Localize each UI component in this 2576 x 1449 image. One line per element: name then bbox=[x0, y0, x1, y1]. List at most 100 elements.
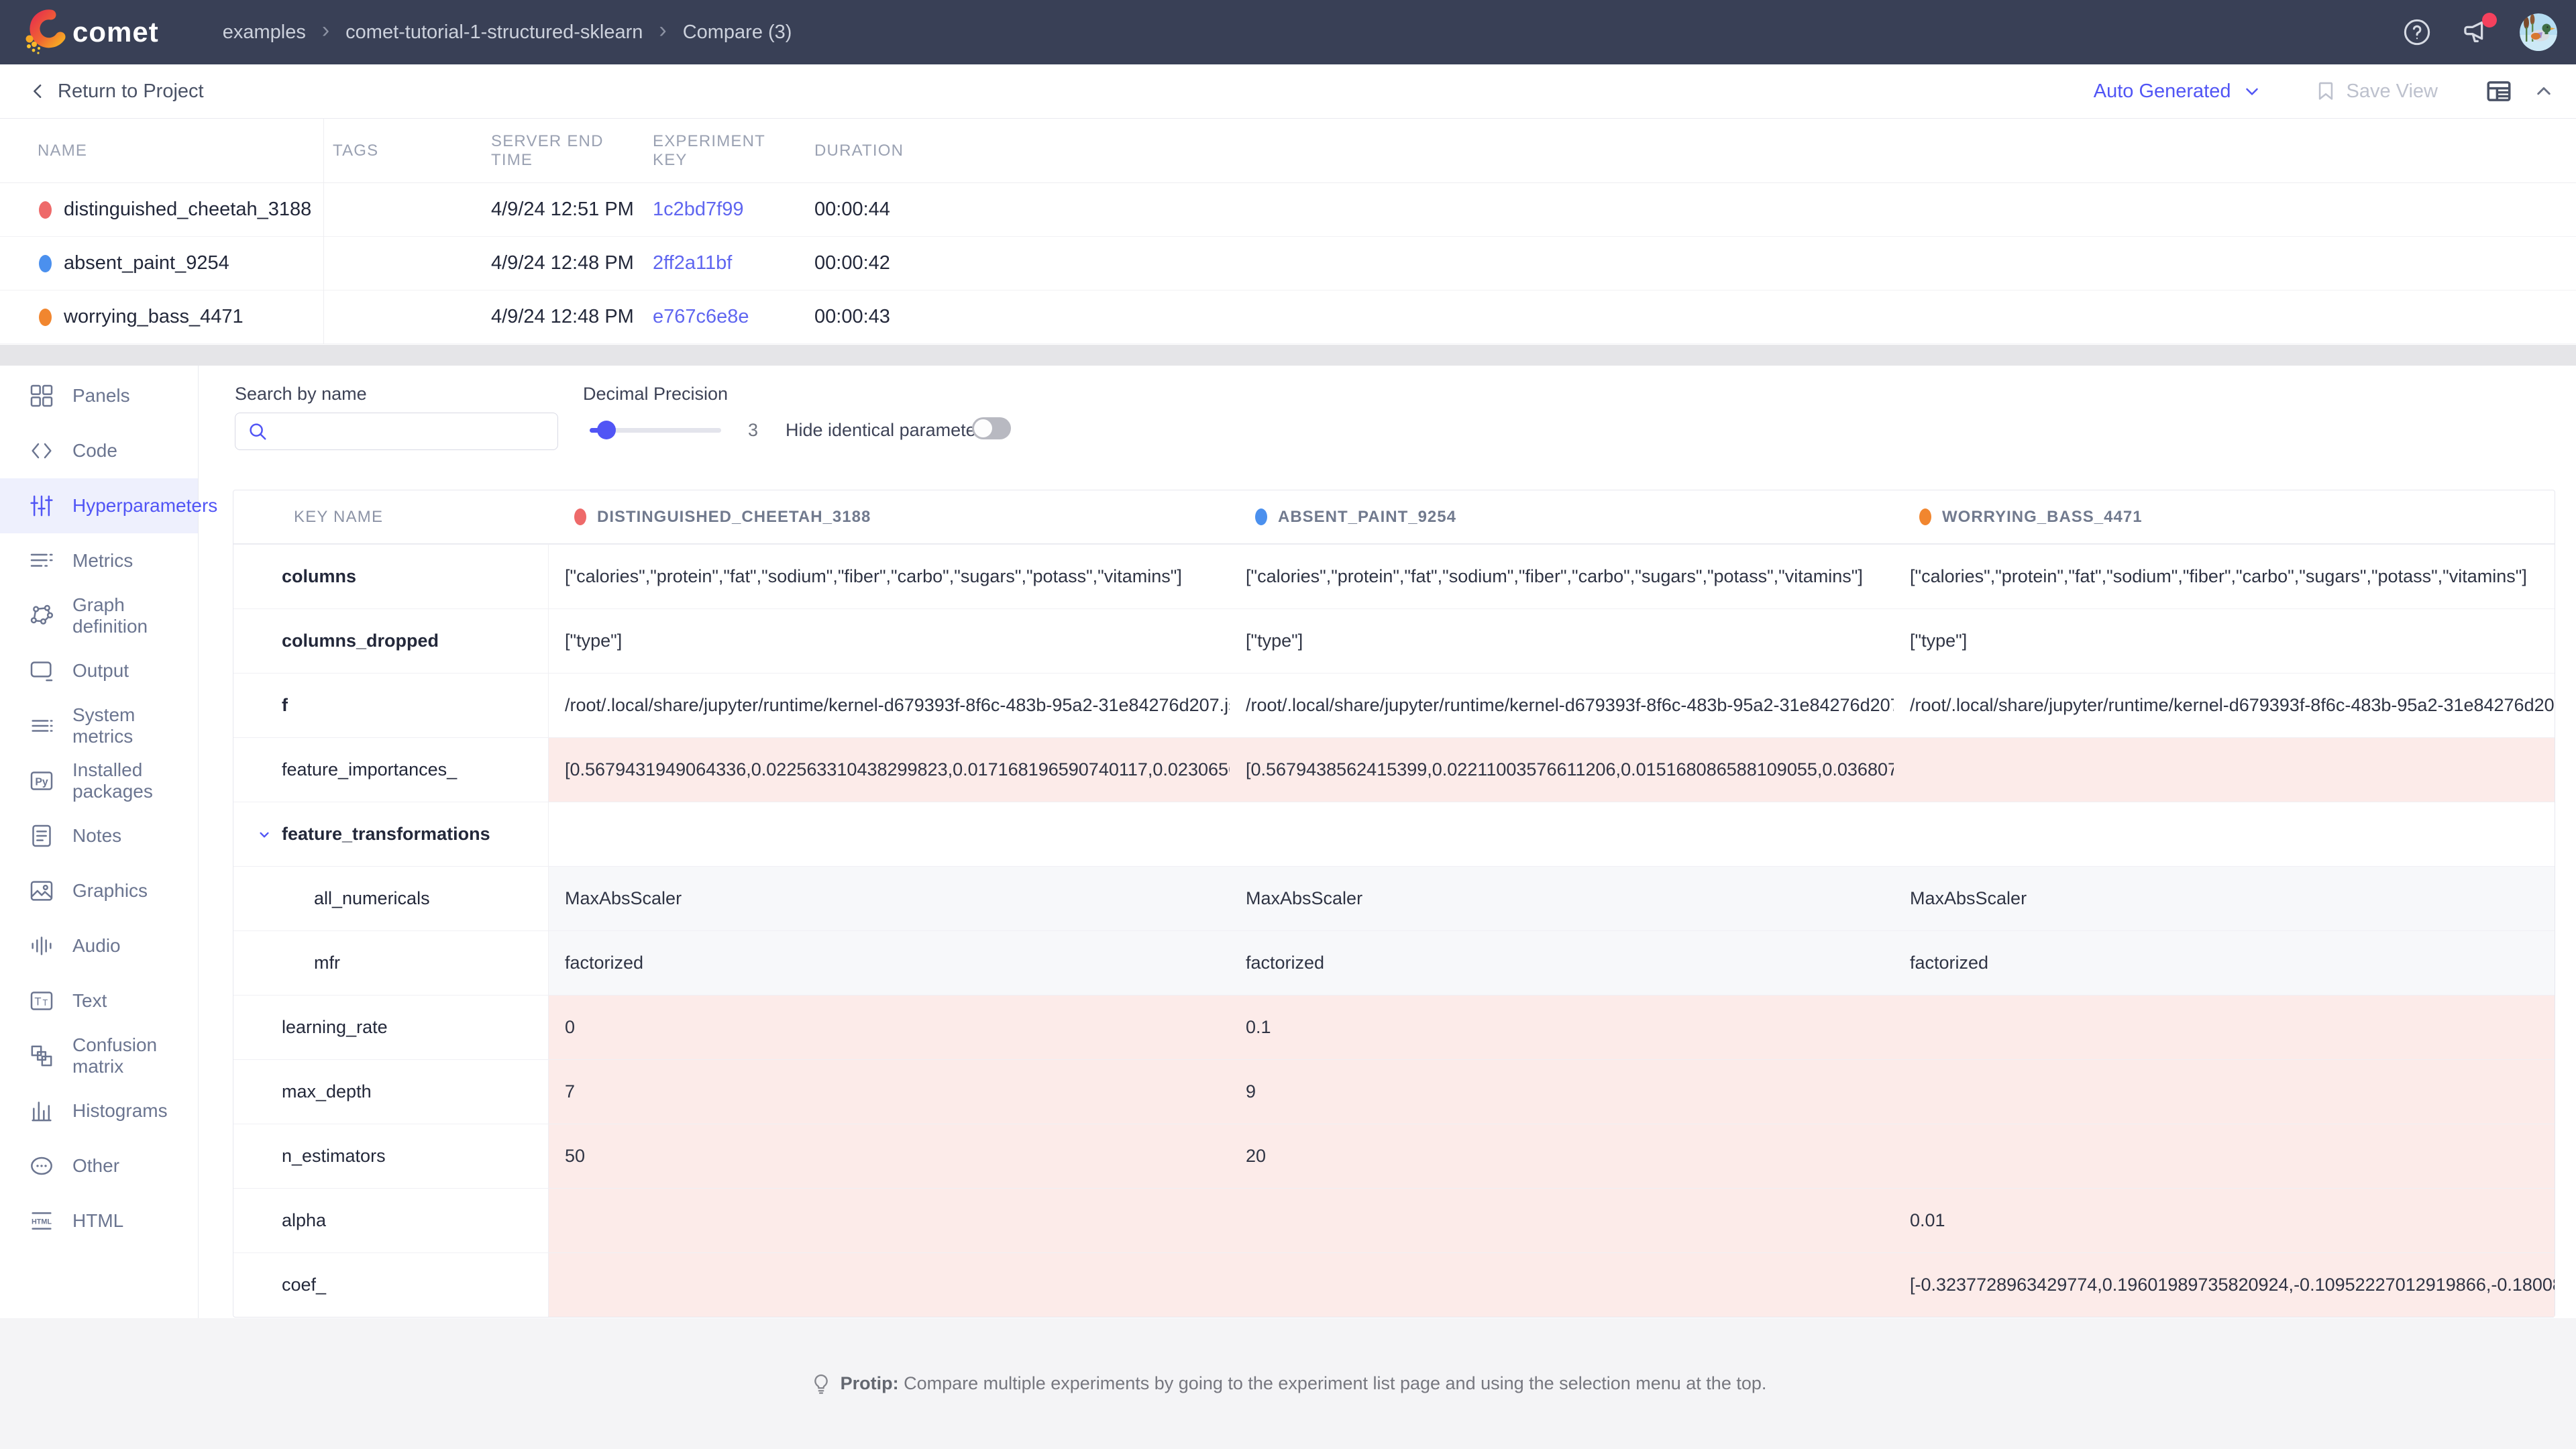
param-key[interactable]: feature_transformations bbox=[233, 802, 549, 866]
sidebar-item-label: Graphics bbox=[72, 880, 148, 902]
experiment-name[interactable]: worrying_bass_4471 bbox=[0, 290, 323, 343]
param-value-col1 bbox=[549, 1189, 1230, 1252]
panels-icon bbox=[28, 382, 55, 409]
param-value-col2: [0.5679438562415399,0.02211003576611206,… bbox=[1230, 738, 1894, 802]
experiment-key-link[interactable]: 1c2bd7f99 bbox=[653, 199, 743, 221]
param-row-max_depth: max_depth79 bbox=[233, 1059, 2555, 1124]
sidebar-item-graph-definition[interactable]: Graph definition bbox=[0, 588, 198, 643]
experiment-end-time: 4/9/24 12:48 PM bbox=[482, 237, 643, 290]
param-key-label: learning_rate bbox=[282, 1017, 388, 1038]
param-value-col3: /root/.local/share/jupyter/runtime/kerne… bbox=[1894, 674, 2555, 737]
other-icon bbox=[28, 1152, 55, 1179]
save-view-button[interactable]: Save View bbox=[2314, 80, 2438, 103]
param-key: f bbox=[233, 674, 549, 737]
param-key: learning_rate bbox=[233, 996, 549, 1059]
experiment-tags bbox=[323, 290, 482, 343]
slider-knob[interactable] bbox=[597, 421, 616, 439]
sidebar-item-installed-packages[interactable]: PyInstalled packages bbox=[0, 753, 198, 808]
experiment-duration: 00:00:42 bbox=[805, 237, 2576, 290]
sidebar-item-html[interactable]: HTMLHTML bbox=[0, 1193, 198, 1248]
param-value-col2: 0.1 bbox=[1230, 996, 1894, 1059]
sidebar-item-text[interactable]: TTText bbox=[0, 973, 198, 1028]
param-row-learning_rate: learning_rate00.1 bbox=[233, 995, 2555, 1059]
breadcrumb-item-2[interactable]: Compare (3) bbox=[683, 21, 792, 44]
experiment-key-link[interactable]: e767c6e8e bbox=[653, 306, 749, 328]
hyperparameters-compare-table: KEY NAME DISTINGUISHED_CHEETAH_3188ABSEN… bbox=[233, 490, 2555, 1318]
sidebar-item-notes[interactable]: Notes bbox=[0, 808, 198, 863]
experiment-end-time: 4/9/24 12:51 PM bbox=[482, 183, 643, 236]
metrics-icon bbox=[28, 547, 55, 574]
breadcrumb-item-1[interactable]: comet-tutorial-1-structured-sklearn bbox=[345, 21, 643, 44]
param-row-n_estimators: n_estimators5020 bbox=[233, 1124, 2555, 1188]
sidebar-item-label: Output bbox=[72, 660, 129, 682]
output-icon bbox=[28, 657, 55, 684]
breadcrumb-item-0[interactable]: examples bbox=[223, 21, 306, 44]
sidebar-item-other[interactable]: Other bbox=[0, 1138, 198, 1193]
experiments-table: NAMETAGSSERVER END TIMEEXPERIMENT KEYDUR… bbox=[0, 119, 2576, 345]
experiment-key-link[interactable]: 2ff2a11bf bbox=[653, 252, 732, 274]
hide-identical-toggle[interactable] bbox=[972, 417, 1011, 439]
protip: Protip: Compare multiple experiments by … bbox=[810, 1373, 1767, 1395]
section-divider bbox=[0, 345, 2576, 366]
hyperparameters-content: Search by name Decimal Precision 3 Hide … bbox=[199, 366, 2576, 1318]
avatar[interactable] bbox=[2520, 13, 2557, 51]
sidebar-item-audio[interactable]: Audio bbox=[0, 918, 198, 973]
param-value-col3: factorized bbox=[1894, 931, 2555, 995]
experiment-name-label: distinguished_cheetah_3188 bbox=[64, 199, 311, 221]
sidebar-item-hyperparameters[interactable]: Hyperparameters bbox=[0, 478, 198, 533]
protip-text: Protip: Compare multiple experiments by … bbox=[841, 1373, 1767, 1394]
param-value-col3 bbox=[1894, 1124, 2555, 1188]
sidebar-item-output[interactable]: Output bbox=[0, 643, 198, 698]
chevron-left-icon bbox=[28, 81, 48, 101]
param-value-col3 bbox=[1894, 1060, 2555, 1124]
return-to-project-button[interactable]: Return to Project bbox=[28, 80, 204, 103]
sidebar-item-label: Audio bbox=[72, 935, 121, 957]
sidebar-item-panels[interactable]: Panels bbox=[0, 368, 198, 423]
param-row-all_numericals: all_numericalsMaxAbsScalerMaxAbsScalerMa… bbox=[233, 866, 2555, 930]
svg-text:T: T bbox=[34, 995, 41, 1008]
collapse-panel-icon[interactable] bbox=[2532, 79, 2556, 103]
comet-logo[interactable]: comet bbox=[23, 9, 159, 55]
search-label: Search by name bbox=[235, 384, 367, 405]
audio-icon bbox=[28, 932, 55, 959]
topnav-actions bbox=[2402, 13, 2557, 51]
param-value-col2: MaxAbsScaler bbox=[1230, 867, 1894, 930]
compare-col-header-absent_paint_9254: ABSENT_PAINT_9254 bbox=[1230, 490, 1894, 543]
sidebar-item-label: Confusion matrix bbox=[72, 1034, 198, 1077]
table-layout-icon[interactable] bbox=[2485, 77, 2513, 105]
sidebar-item-histograms[interactable]: Histograms bbox=[0, 1083, 198, 1138]
comet-logo-icon bbox=[23, 9, 66, 55]
sidebar-item-system-metrics[interactable]: System metrics bbox=[0, 698, 198, 753]
announcements-icon[interactable] bbox=[2461, 17, 2491, 48]
param-row-mfr: mfrfactorizedfactorizedfactorized bbox=[233, 930, 2555, 995]
sidebar-item-code[interactable]: Code bbox=[0, 423, 198, 478]
param-value-col3 bbox=[1894, 802, 2555, 866]
view-selector-dropdown[interactable]: Auto Generated bbox=[2094, 80, 2262, 103]
sidebar-item-metrics[interactable]: Metrics bbox=[0, 533, 198, 588]
experiment-name[interactable]: distinguished_cheetah_3188 bbox=[0, 183, 323, 236]
help-icon[interactable] bbox=[2402, 17, 2432, 48]
param-key-label: max_depth bbox=[282, 1081, 372, 1102]
return-to-project-label: Return to Project bbox=[58, 80, 204, 103]
sidebar-item-label: HTML bbox=[72, 1210, 123, 1232]
decimal-precision-slider[interactable] bbox=[590, 428, 721, 433]
chevron-down-icon[interactable] bbox=[256, 826, 273, 843]
footer: Protip: Compare multiple experiments by … bbox=[0, 1318, 2576, 1449]
exp-col-header-tags: TAGS bbox=[323, 119, 482, 182]
confusion-matrix-icon bbox=[28, 1042, 55, 1069]
experiment-color-dot bbox=[574, 508, 586, 525]
system-metrics-icon bbox=[28, 712, 55, 739]
search-input[interactable] bbox=[277, 421, 557, 442]
experiment-name[interactable]: absent_paint_9254 bbox=[0, 237, 323, 290]
sidebar-item-graphics[interactable]: Graphics bbox=[0, 863, 198, 918]
param-value-col1: factorized bbox=[549, 931, 1230, 995]
param-key: columns_dropped bbox=[233, 609, 549, 673]
sidebar-item-label: Text bbox=[72, 990, 107, 1012]
sidebar-item-confusion-matrix[interactable]: Confusion matrix bbox=[0, 1028, 198, 1083]
param-key: all_numericals bbox=[233, 867, 549, 930]
installed-packages-icon: Py bbox=[28, 767, 55, 794]
breadcrumb-separator-icon: › bbox=[322, 19, 329, 46]
param-value-col2 bbox=[1230, 1189, 1894, 1252]
toggle-knob bbox=[974, 419, 992, 437]
experiment-row: absent_paint_9254 4/9/24 12:48 PM 2ff2a11b… bbox=[0, 237, 2576, 290]
